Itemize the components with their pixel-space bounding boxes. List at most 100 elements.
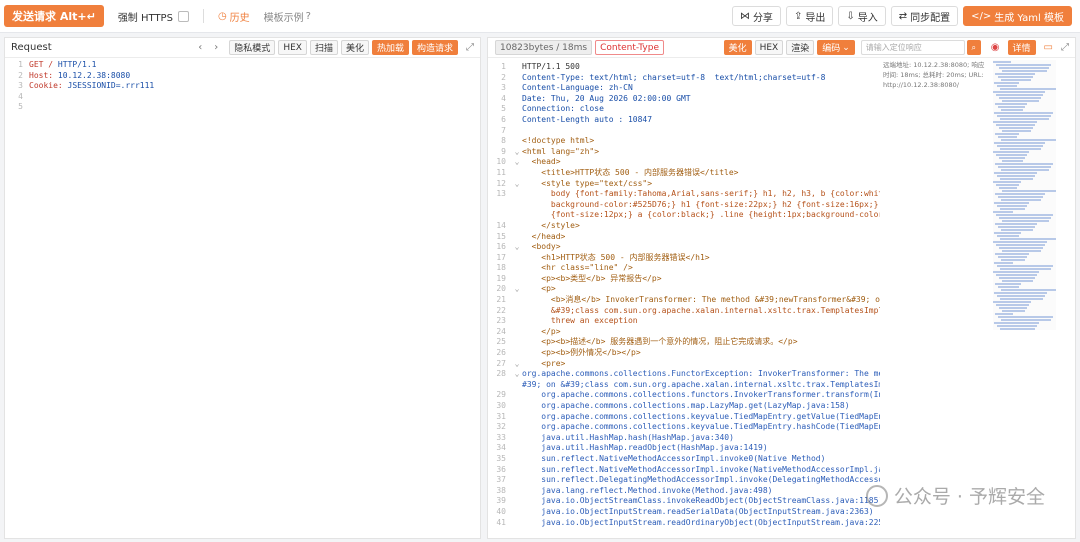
export-button[interactable]: ⇪ 导出	[785, 6, 834, 26]
fold-chevron-icon	[512, 390, 522, 401]
privacy-mode-button[interactable]: 隐私模式	[229, 40, 276, 55]
line-number: 37	[496, 475, 506, 485]
fold-chevron-icon	[512, 221, 522, 232]
minimap-line	[999, 67, 1049, 69]
code-line: 34 java.util.HashMap.readObject(HashMap.…	[488, 443, 880, 454]
fold-chevron-icon[interactable]: ⌄	[512, 157, 522, 168]
fold-chevron-icon	[512, 316, 522, 327]
fold-chevron-icon	[512, 380, 522, 391]
clock-icon: ◷	[217, 10, 227, 22]
hot-reload-button[interactable]: 热加载	[371, 40, 409, 55]
fold-chevron-icon	[512, 465, 522, 476]
expand-icon[interactable]: ⤢	[466, 42, 474, 53]
code-line: 27 ⌄ <pre>	[488, 359, 880, 370]
main-toolbar: 发送请求 Alt+↵ 强制 HTTPS ◷ 历史 模板示例 ? ⋈ 分享 ⇪ 导出 …	[0, 0, 1080, 33]
line-value: JSESSIONID=.rrr111	[67, 81, 155, 91]
response-editor[interactable]: 1 HTTP/1.1 500 2 Content-Type: text/html; c…	[488, 60, 880, 528]
prev-arrow-icon[interactable]: ‹	[198, 42, 202, 53]
line-text: Host: 10.12.2.38:8080	[29, 71, 480, 82]
line-text: <body>	[522, 242, 561, 252]
search-icon[interactable]: ⌕	[966, 40, 981, 55]
sync-icon: ⇄	[898, 10, 908, 22]
next-arrow-icon[interactable]: ›	[214, 42, 218, 53]
comment-icon[interactable]: ▭	[1044, 42, 1053, 53]
response-search-input[interactable]: 请输入定位响应	[860, 40, 965, 55]
resp-beautify-button[interactable]: 美化	[723, 40, 752, 55]
fold-chevron-icon[interactable]: ⌄	[512, 147, 522, 158]
force-https-toggle[interactable]: 强制 HTTPS	[118, 9, 189, 24]
send-request-button[interactable]: 发送请求 Alt+↵	[4, 5, 104, 27]
minimap-line	[1001, 169, 1049, 171]
fold-chevron-icon[interactable]: ⌄	[512, 179, 522, 190]
fold-chevron-icon	[512, 327, 522, 338]
fold-chevron-icon	[512, 496, 522, 507]
fold-chevron-icon	[512, 104, 522, 115]
fold-chevron-icon	[512, 507, 522, 518]
response-minimap[interactable]	[993, 60, 1056, 330]
req-hex-button[interactable]: HEX	[278, 40, 307, 55]
examples-link[interactable]: 模板示例 ?	[264, 9, 311, 24]
code-line: 21 <b>消息</b> InvokerTransformer: The met…	[488, 295, 880, 306]
line-number: 15	[496, 231, 506, 241]
minimap-line	[998, 316, 1053, 318]
minimap-line	[995, 133, 1019, 135]
minimap-line	[993, 241, 1047, 243]
minimap-line	[1000, 148, 1041, 150]
fold-chevron-icon[interactable]: ⌄	[512, 369, 522, 380]
fold-chevron-icon[interactable]: ⌄	[512, 242, 522, 253]
line-number: 13	[496, 189, 506, 199]
share-button[interactable]: ⋈ 分享	[731, 6, 781, 26]
browser-icon[interactable]: ◉	[991, 42, 1000, 53]
detail-button[interactable]: 详情	[1007, 40, 1036, 55]
history-button[interactable]: ◷ 历史	[218, 9, 250, 24]
line-text: <p><b>例外情况</b></p>	[522, 348, 641, 358]
render-button[interactable]: 渲染	[786, 40, 815, 55]
generate-yaml-button[interactable]: </> 生成 Yaml 模板	[963, 6, 1072, 26]
line-text: <p><b>描述</b> 服务器遇到一个意外的情况，阻止它完成请求。</p>	[522, 337, 798, 347]
sync-config-button[interactable]: ⇄ 同步配置	[890, 6, 959, 26]
minimap-line	[997, 85, 1017, 87]
code-line: 5	[5, 102, 480, 113]
watermark-text: 公众号 · 予辉安全	[893, 486, 1045, 508]
line-number: 20	[496, 284, 506, 294]
fold-chevron-icon	[512, 518, 522, 529]
fold-chevron-icon[interactable]: ⌄	[512, 359, 522, 370]
encoding-select[interactable]: 编码 ⌄	[817, 40, 855, 55]
force-https-checkbox[interactable]	[177, 10, 189, 22]
fold-chevron-icon	[512, 115, 522, 126]
minimap-line	[1001, 289, 1056, 291]
line-text: java.lang.reflect.Method.invoke(Method.j…	[522, 485, 773, 495]
minimap-line	[993, 181, 1021, 183]
line-number: 29	[496, 390, 506, 400]
line-text: <!doctype html>	[522, 136, 595, 146]
fold-chevron-icon	[512, 168, 522, 179]
minimap-line	[994, 322, 1039, 324]
minimap-line	[1000, 268, 1051, 270]
expand-response-icon[interactable]: ⤢	[1061, 42, 1069, 53]
code-line: 10 ⌄ <head>	[488, 157, 880, 168]
line-text: org.apache.commons.collections.functors.…	[541, 390, 880, 400]
request-editor[interactable]: 1 GET / HTTP/1.1 2 Host: 10.12.2.38:8080 3 Co…	[5, 58, 480, 113]
code-line: #39; on &#39;class com.sun.org.apache.xa…	[488, 380, 880, 391]
scan-button[interactable]: 扫描	[309, 40, 338, 55]
examples-label: 模板示例	[263, 12, 304, 24]
build-request-button[interactable]: 构造请求	[411, 40, 458, 55]
import-button[interactable]: ⇩ 导入	[838, 6, 886, 26]
minimap-line	[999, 157, 1025, 159]
code-line: 30 org.apache.commons.collections.map.La…	[488, 401, 880, 412]
content-type-badge[interactable]: Content-Type	[595, 40, 664, 55]
resp-hex-button[interactable]: HEX	[754, 40, 784, 55]
line-text: sun.reflect.NativeMethodAccessorImpl.inv…	[522, 453, 826, 463]
minimap-line	[1000, 88, 1056, 90]
fold-chevron-icon[interactable]: ⌄	[512, 284, 522, 295]
line-text: </p>	[522, 326, 561, 336]
fold-chevron-icon	[512, 306, 522, 317]
line-number: 9	[501, 146, 506, 156]
line-number: 33	[496, 432, 506, 442]
req-beautify-button[interactable]: 美化	[340, 40, 369, 55]
line-number: 3	[18, 81, 23, 91]
fold-chevron-icon	[512, 136, 522, 147]
code-line: 2 Content-Type: text/html; charset=utf-8 …	[488, 73, 880, 84]
line-text: Content-Language: zh-CN	[522, 83, 633, 93]
minimap-line	[993, 211, 1013, 213]
